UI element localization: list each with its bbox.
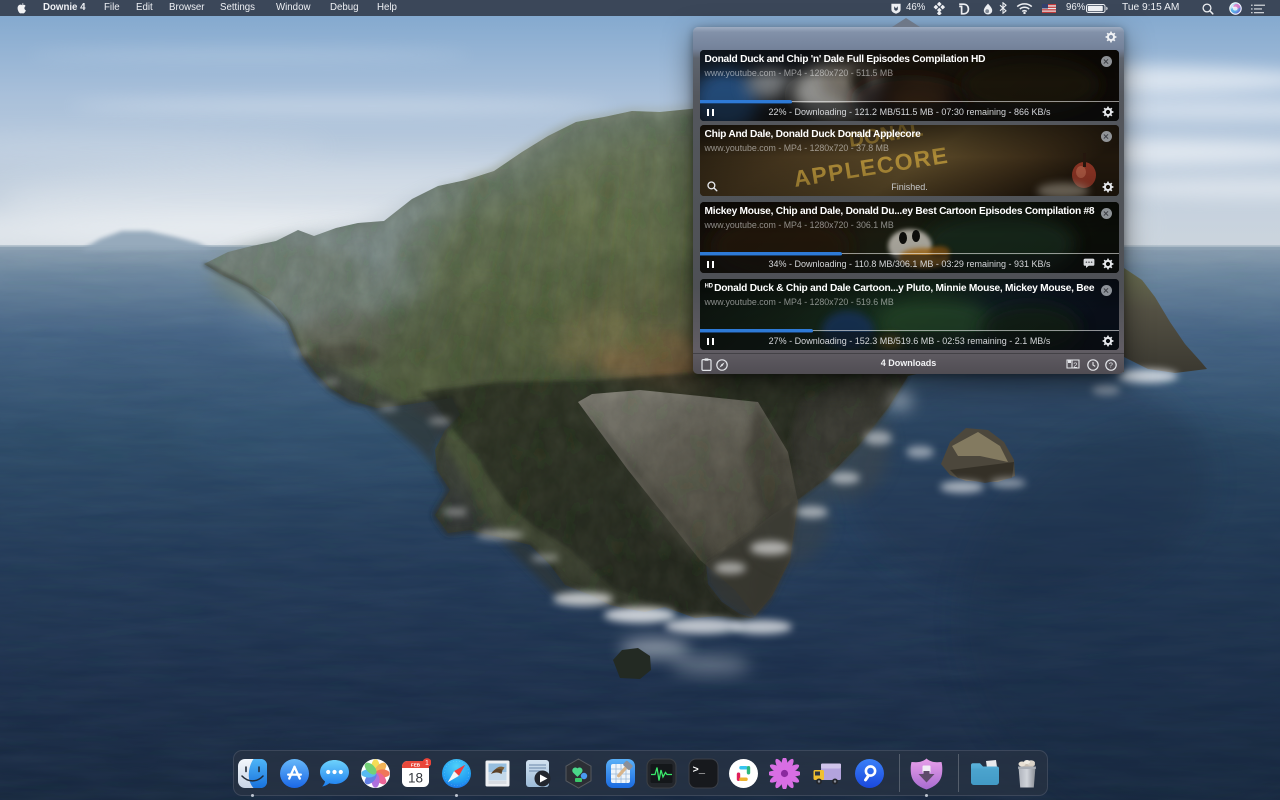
svg-text:1: 1 (425, 760, 429, 767)
svg-text:18: 18 (407, 771, 422, 786)
svg-text:?: ? (1109, 360, 1113, 369)
svg-text:FEB: FEB (410, 762, 420, 767)
svg-text:2: 2 (1073, 361, 1077, 370)
svg-text:>_: >_ (692, 765, 705, 777)
